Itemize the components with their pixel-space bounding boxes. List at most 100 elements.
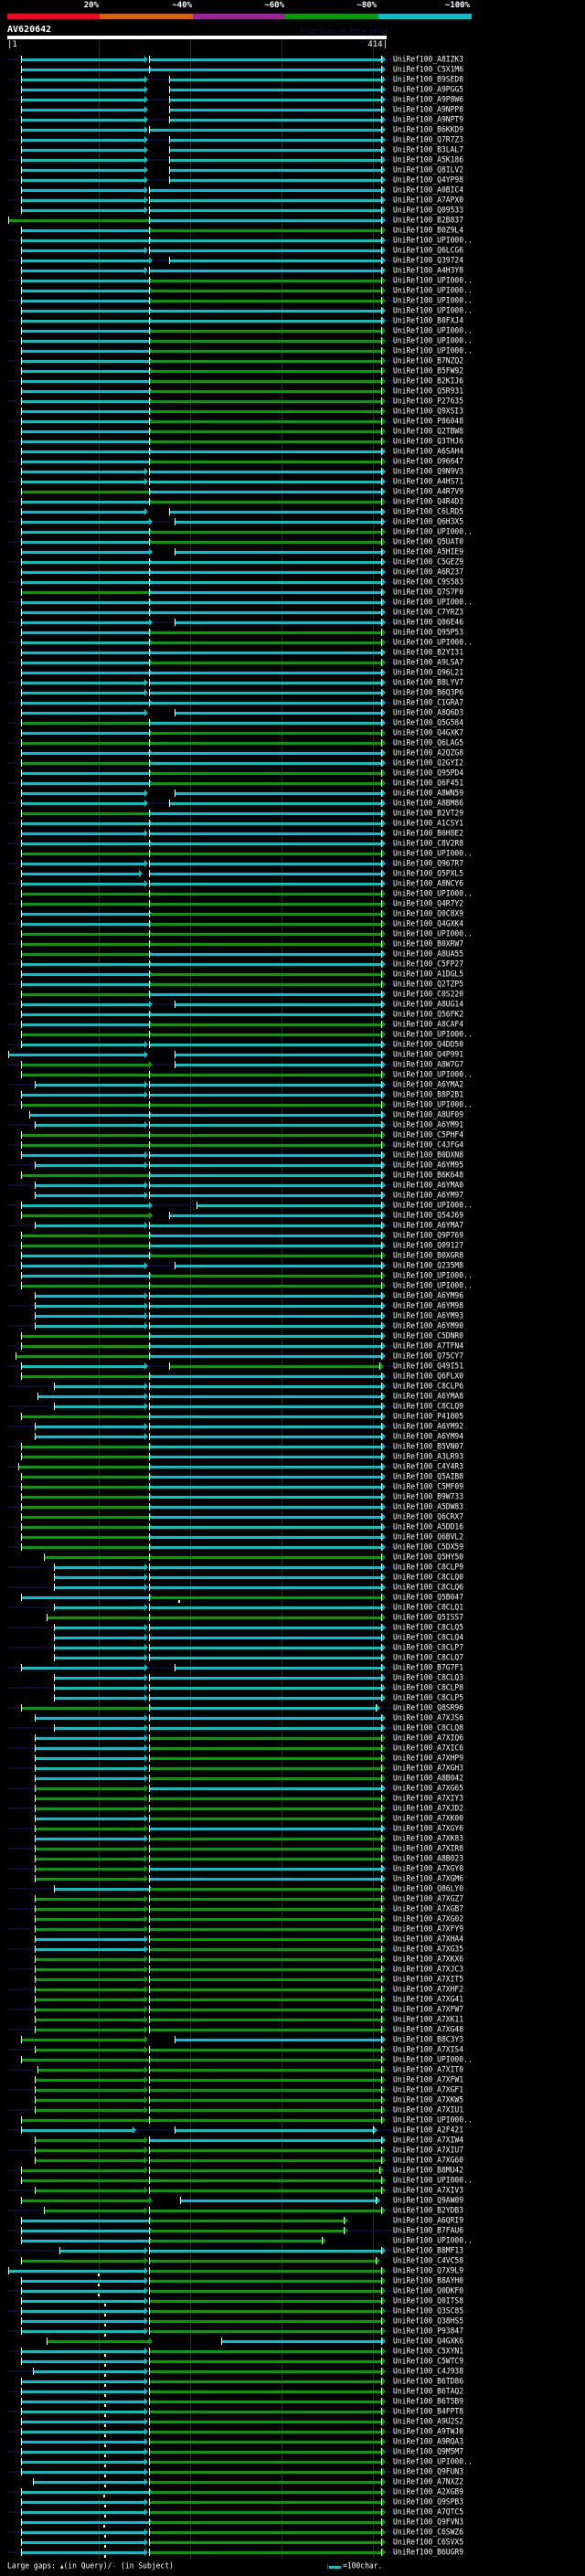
hit-label[interactable]: UniRef100_Q96L21 [393,667,463,676]
hit-label[interactable]: UniRef100_A7NXZ2 [393,2476,463,2486]
hit-label[interactable]: UniRef100_C8CLQ3 [393,1672,463,1681]
hit-label[interactable]: UniRef100_A6YM97 [393,1190,463,1199]
hit-label[interactable]: UniRef100_Q6FLX0 [393,1371,463,1380]
hit-label[interactable]: UniRef100_C8CLQ0 [393,1572,463,1581]
hit-label[interactable]: UniRef100_A7XG65 [393,1783,463,1792]
hit-label[interactable]: UniRef100_P41805 [393,1411,463,1420]
hit-label[interactable]: UniRef100_Q5PXL5 [393,868,463,877]
hit-label[interactable]: UniRef100_A7XIY3 [393,1793,463,1802]
hit-label[interactable]: UniRef100_B6T5B9 [393,2396,463,2405]
hit-label[interactable]: UniRef100_A0BIC4 [393,185,463,194]
hit-label[interactable]: UniRef100_B0FXJ4 [393,315,463,324]
hit-label[interactable]: UniRef100_UPI000.. [393,1099,473,1108]
hit-label[interactable]: UniRef100_A7XG48 [393,2024,463,2033]
hit-label[interactable]: UniRef100_A6YMA0 [393,1180,463,1189]
hit-label[interactable]: UniRef100_UPI000.. [393,305,473,314]
hit-label[interactable]: UniRef100_Q4YP98 [393,175,463,184]
hit-label[interactable]: UniRef100_UPI000.. [393,1280,473,1289]
hit-label[interactable]: UniRef100_A6YMA2 [393,1079,463,1088]
hit-label[interactable]: UniRef100_P93847 [393,2326,463,2335]
hit-label[interactable]: UniRef100_Q7S7F0 [393,587,463,596]
hit-label[interactable]: UniRef100_Q4GXK6 [393,2336,463,2345]
hit-label[interactable]: UniRef100_C8CLP8 [393,1682,463,1691]
hit-label[interactable]: UniRef100_A7XHA4 [393,1934,463,1943]
hit-label[interactable]: UniRef100_A6YM92 [393,1421,463,1430]
hit-label[interactable]: UniRef100_A8IZK3 [393,54,463,63]
hit-label[interactable]: UniRef100_Q235M8 [393,1260,463,1269]
hit-label[interactable]: UniRef100_B7FAU6 [393,2225,463,2234]
hit-label[interactable]: UniRef100_C5MF09 [393,1481,463,1490]
hit-label[interactable]: UniRef100_B8C3Y3 [393,2034,463,2043]
hit-label[interactable]: UniRef100_Q86LY0 [393,1883,463,1892]
hit-label[interactable]: UniRef100_Q5UAT0 [393,536,463,546]
hit-label[interactable]: UniRef100_B0Z9L4 [393,225,463,234]
hit-label[interactable]: UniRef100_B6TD86 [393,2376,463,2385]
hit-label[interactable]: UniRef100_Q95P53 [393,627,463,636]
hit-label[interactable]: UniRef100_Q38HS5 [393,2316,463,2325]
hit-label[interactable]: UniRef100_A7XFW1 [393,2074,463,2083]
hit-label[interactable]: UniRef100_UPI000.. [393,295,473,304]
hit-label[interactable]: UniRef100_A7XFY9 [393,1924,463,1933]
hit-label[interactable]: UniRef100_Q39724 [393,255,463,264]
hit-label[interactable]: UniRef100_B3LAL7 [393,144,463,154]
hit-label[interactable]: UniRef100_Q9SPB3 [393,2496,463,2506]
hit-label[interactable]: UniRef100_C6SVX5 [393,2537,463,2546]
hit-label[interactable]: UniRef100_Q9M5M7 [393,2446,463,2455]
hit-label[interactable]: UniRef100_A9U2S2 [393,2416,463,2425]
hit-label[interactable]: UniRef100_C8CLQ7 [393,1652,463,1661]
hit-label[interactable]: UniRef100_A8NCY6 [393,878,463,887]
hit-label[interactable]: UniRef100_UPI000.. [393,345,473,355]
hit-label[interactable]: UniRef100_Q09127 [393,1240,463,1249]
hit-label[interactable]: UniRef100_A4HS71 [393,476,463,485]
hit-label[interactable]: UniRef100_C4VC58 [393,2255,463,2264]
hit-label[interactable]: UniRef100_C4Y4R3 [393,1461,463,1470]
hit-label[interactable]: UniRef100_A7XIV3 [393,2185,463,2194]
hit-label[interactable]: UniRef100_B6KKD9 [393,124,463,133]
hit-label[interactable]: UniRef100_B6UGR9 [393,2547,463,2556]
hit-label[interactable]: UniRef100_A6YM96 [393,1290,463,1299]
hit-label[interactable]: UniRef100_UPI000.. [393,2115,473,2124]
hit-label[interactable]: UniRef100_A7XJC3 [393,1964,463,1973]
hit-label[interactable]: UniRef100_B4FPT8 [393,2406,463,2415]
hit-label[interactable]: UniRef100_C8CLQ8 [393,1723,463,1732]
hit-label[interactable]: UniRef100_Q7X9L9 [393,2265,463,2274]
hit-label[interactable]: UniRef100_Q0ITS8 [393,2295,463,2305]
hit-label[interactable]: UniRef100_A7XIS4 [393,2044,463,2053]
hit-label[interactable]: UniRef100_C5GEZ9 [393,557,463,566]
hit-label[interactable]: UniRef100_A5HIE9 [393,546,463,556]
hit-label[interactable]: UniRef100_A8B023 [393,1853,463,1862]
hit-label[interactable]: UniRef100_Q2TZP5 [393,979,463,988]
hit-label[interactable]: UniRef100_A9NPP8 [393,104,463,113]
hit-label[interactable]: UniRef100_A6YMA7 [393,1220,463,1229]
hit-label[interactable]: UniRef100_UPI000.. [393,848,473,857]
hit-label[interactable]: UniRef100_Q6CRX7 [393,1511,463,1521]
hit-label[interactable]: UniRef100_A7XGY6 [393,1823,463,1832]
hit-label[interactable]: UniRef100_A2QZG8 [393,747,463,757]
hit-label[interactable]: UniRef100_Q967R7 [393,858,463,867]
hit-label[interactable]: UniRef100_A7XIR8 [393,1843,463,1852]
hit-label[interactable]: UniRef100_Q5HY50 [393,1552,463,1561]
hit-label[interactable]: UniRef100_A7TFN4 [393,1341,463,1350]
hit-label[interactable]: UniRef100_C8CLP6 [393,1381,463,1390]
hit-label[interactable]: UniRef100_C8CLP9 [393,1562,463,1571]
hit-label[interactable]: UniRef100_A7XHP9 [393,1753,463,1762]
hit-label[interactable]: UniRef100_Q9P769 [393,1230,463,1239]
hit-label[interactable]: UniRef100_B2YDB3 [393,2205,463,2214]
hit-label[interactable]: UniRef100_C8CLQ5 [393,1622,463,1631]
hit-label[interactable]: UniRef100_C4JFG4 [393,1140,463,1149]
hit-label[interactable]: UniRef100_Q2GYI2 [393,758,463,767]
hit-label[interactable]: UniRef100_Q0C8X9 [393,908,463,917]
hit-label[interactable]: UniRef100_A7XGB7 [393,1903,463,1913]
hit-label[interactable]: UniRef100_B9W733 [393,1491,463,1500]
hit-label[interactable]: UniRef100_B8MU42 [393,2165,463,2174]
hit-label[interactable]: UniRef100_A7XG02 [393,1913,463,1923]
hit-label[interactable]: UniRef100_C8CLQ9 [393,1401,463,1410]
hit-label[interactable]: UniRef100_C5DX59 [393,1542,463,1551]
hit-label[interactable]: UniRef100_C5PHF4 [393,1129,463,1139]
hit-label[interactable]: UniRef100_B6Q3P6 [393,687,463,696]
hit-label[interactable]: UniRef100_B8LYV7 [393,677,463,686]
hit-label[interactable]: UniRef100_B2YI31 [393,647,463,656]
hit-label[interactable]: UniRef100_A3LR93 [393,1451,463,1460]
hit-label[interactable]: UniRef100_O96647 [393,456,463,465]
hit-label[interactable]: UniRef100_P27635 [393,396,463,405]
